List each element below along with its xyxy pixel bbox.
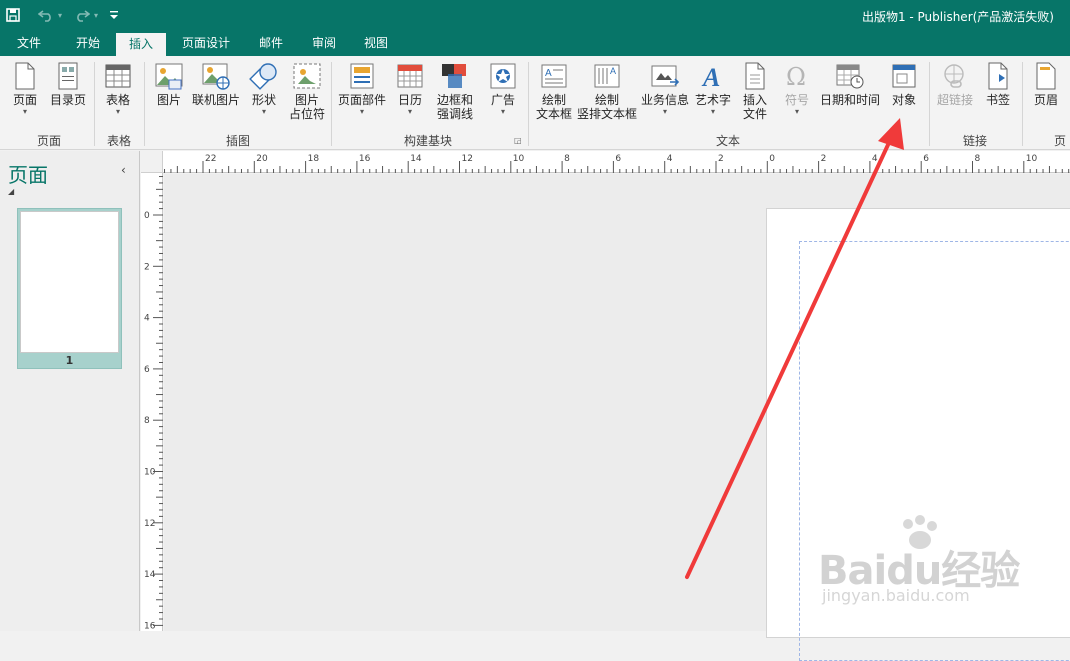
annotation-arrow	[685, 118, 904, 579]
